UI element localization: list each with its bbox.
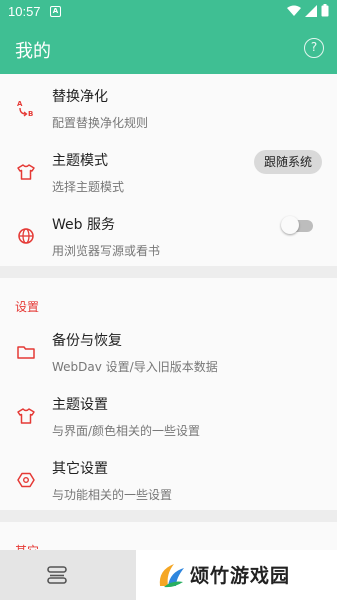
watermark: 颂竹游戏园 (136, 550, 337, 600)
battery-icon (321, 4, 329, 17)
section-header-label: 设置 (15, 300, 40, 314)
tshirt-icon (17, 408, 35, 424)
list-item-web-service[interactable]: Web 服务 用浏览器写源或看书 (0, 202, 337, 266)
svg-text:B: B (28, 110, 33, 118)
svg-text:A: A (17, 100, 23, 108)
wifi-icon (287, 5, 301, 16)
item-title: 主题设置 (52, 397, 108, 413)
list-item-backup-restore[interactable]: 备份与恢复 WebDav 设置/导入旧版本数据 (0, 318, 337, 382)
section-header-settings: 设置 (0, 278, 337, 318)
status-icons (287, 4, 329, 17)
list-item-replace-rules[interactable]: A B 替换净化 配置替换净化规则 (0, 74, 337, 138)
status-bar: 10:57 A (0, 0, 337, 24)
item-summary: 配置替换净化规则 (52, 116, 149, 130)
section-divider (0, 510, 337, 522)
item-summary: 选择主题模式 (52, 180, 125, 194)
item-summary: WebDav 设置/导入旧版本数据 (52, 360, 218, 374)
hexagon-gear-icon (17, 472, 35, 488)
item-title: Web 服务 (52, 217, 115, 233)
settings-list: A B 替换净化 配置替换净化规则 主题模式 选择主题模式 跟随系统 Web 服… (0, 74, 337, 562)
web-service-toggle[interactable] (281, 216, 313, 234)
tshirt-icon (17, 164, 35, 180)
globe-icon (18, 228, 34, 244)
theme-mode-value[interactable]: 跟随系统 (253, 150, 322, 174)
section-divider (0, 266, 337, 278)
list-item-theme-settings[interactable]: 主题设置 与界面/颜色相关的一些设置 (0, 382, 337, 446)
help-button[interactable]: ? (304, 38, 324, 58)
item-summary: 用浏览器写源或看书 (52, 244, 161, 258)
status-time: 10:57 (8, 4, 41, 19)
bottom-bar: 颂竹游戏园 (0, 550, 337, 600)
toggle-thumb (281, 216, 299, 234)
list-item-other-settings[interactable]: 其它设置 与功能相关的一些设置 (0, 446, 337, 510)
watermark-text: 颂竹游戏园 (190, 565, 291, 587)
menu-icon[interactable] (46, 565, 68, 585)
item-title: 其它设置 (52, 461, 108, 477)
item-title: 替换净化 (52, 89, 108, 105)
item-title: 主题模式 (52, 153, 108, 169)
settings-card: 设置 备份与恢复 WebDav 设置/导入旧版本数据 主题设置 与界面/颜色相关… (0, 278, 337, 510)
folder-icon (17, 346, 35, 359)
page-title: 我的 (15, 41, 51, 62)
item-summary: 与功能相关的一些设置 (52, 488, 173, 502)
notification-icon: A (50, 6, 61, 17)
replace-icon: A B (17, 100, 33, 118)
item-title: 备份与恢复 (52, 333, 122, 349)
app-bar: 我的 ? (0, 24, 337, 74)
top-card: A B 替换净化 配置替换净化规则 主题模式 选择主题模式 跟随系统 Web 服… (0, 74, 337, 266)
item-summary: 与界面/颜色相关的一些设置 (52, 424, 201, 438)
menu-area[interactable] (0, 550, 136, 600)
watermark-logo-icon (159, 564, 184, 588)
list-item-theme-mode[interactable]: 主题模式 选择主题模式 跟随系统 (0, 138, 337, 202)
signal-icon (305, 4, 317, 17)
